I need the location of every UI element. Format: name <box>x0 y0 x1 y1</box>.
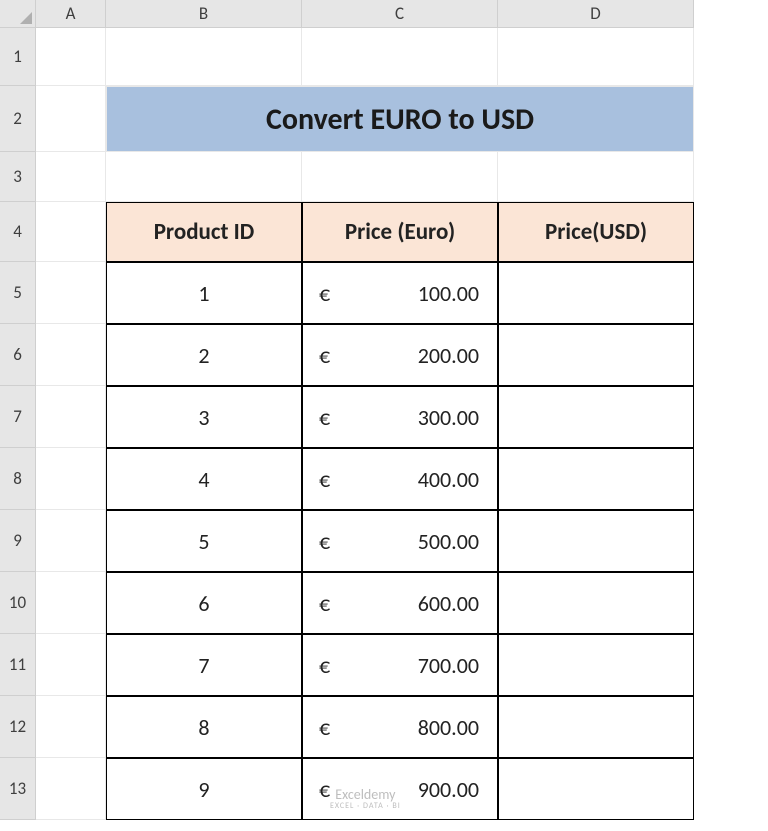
row-head-11[interactable]: 11 <box>0 634 36 696</box>
euro-value: 300.00 <box>418 404 479 431</box>
row-head-4[interactable]: 4 <box>0 202 36 262</box>
row-head-13[interactable]: 13 <box>0 758 36 820</box>
cell-c3[interactable] <box>302 152 498 202</box>
euro-symbol: € <box>319 280 330 307</box>
cell-a3[interactable] <box>36 152 106 202</box>
cell-price-euro[interactable]: € 800.00 <box>302 696 498 758</box>
cell-product-id[interactable]: 3 <box>106 386 302 448</box>
cell-price-euro[interactable]: € 300.00 <box>302 386 498 448</box>
cell-d1[interactable] <box>498 28 694 86</box>
col-head-a[interactable]: A <box>36 0 106 28</box>
cell-a5[interactable] <box>36 262 106 324</box>
cell-b1[interactable] <box>106 28 302 86</box>
cell-price-usd[interactable] <box>498 696 694 758</box>
cell-price-usd[interactable] <box>498 386 694 448</box>
select-all-corner[interactable] <box>0 0 36 28</box>
euro-value: 500.00 <box>418 528 479 555</box>
euro-symbol: € <box>319 590 330 617</box>
table-header-product-id[interactable]: Product ID <box>106 202 302 262</box>
cell-price-usd[interactable] <box>498 448 694 510</box>
euro-symbol: € <box>319 466 330 493</box>
cell-price-euro[interactable]: € 200.00 <box>302 324 498 386</box>
watermark-sub: EXCEL · DATA · BI <box>330 801 401 811</box>
cell-a10[interactable] <box>36 572 106 634</box>
cell-d3[interactable] <box>498 152 694 202</box>
row-head-2[interactable]: 2 <box>0 86 36 152</box>
row-head-9[interactable]: 9 <box>0 510 36 572</box>
euro-symbol: € <box>319 652 330 679</box>
row-head-7[interactable]: 7 <box>0 386 36 448</box>
cell-a13[interactable] <box>36 758 106 820</box>
cell-a1[interactable] <box>36 28 106 86</box>
cell-price-usd[interactable] <box>498 572 694 634</box>
euro-value: 200.00 <box>418 342 479 369</box>
watermark: Exceldemy EXCEL · DATA · BI <box>330 786 401 811</box>
col-head-b[interactable]: B <box>106 0 302 28</box>
spreadsheet-grid: A B C D 1 2 Convert EURO to USD 3 4 Prod… <box>0 0 768 820</box>
cell-price-euro[interactable]: € 100.00 <box>302 262 498 324</box>
row-head-5[interactable]: 5 <box>0 262 36 324</box>
cell-a9[interactable] <box>36 510 106 572</box>
col-head-c[interactable]: C <box>302 0 498 28</box>
title-text: Convert EURO to USD <box>266 101 534 138</box>
euro-symbol: € <box>319 776 330 803</box>
euro-value: 800.00 <box>418 714 479 741</box>
col-head-d[interactable]: D <box>498 0 694 28</box>
euro-value: 600.00 <box>418 590 479 617</box>
cell-price-usd[interactable] <box>498 262 694 324</box>
table-header-price-usd[interactable]: Price(USD) <box>498 202 694 262</box>
cell-a7[interactable] <box>36 386 106 448</box>
row-head-12[interactable]: 12 <box>0 696 36 758</box>
row-head-1[interactable]: 1 <box>0 28 36 86</box>
cell-price-euro[interactable]: € 500.00 <box>302 510 498 572</box>
cell-product-id[interactable]: 1 <box>106 262 302 324</box>
cell-a6[interactable] <box>36 324 106 386</box>
cell-price-usd[interactable] <box>498 758 694 820</box>
euro-symbol: € <box>319 342 330 369</box>
cell-price-euro[interactable]: € 400.00 <box>302 448 498 510</box>
euro-value: 700.00 <box>418 652 479 679</box>
euro-symbol: € <box>319 404 330 431</box>
cell-product-id[interactable]: 5 <box>106 510 302 572</box>
cell-c1[interactable] <box>302 28 498 86</box>
euro-value: 100.00 <box>418 280 479 307</box>
cell-product-id[interactable]: 9 <box>106 758 302 820</box>
cell-product-id[interactable]: 8 <box>106 696 302 758</box>
cell-a8[interactable] <box>36 448 106 510</box>
cell-a4[interactable] <box>36 202 106 262</box>
cell-b3[interactable] <box>106 152 302 202</box>
row-head-6[interactable]: 6 <box>0 324 36 386</box>
euro-symbol: € <box>319 714 330 741</box>
cell-price-usd[interactable] <box>498 510 694 572</box>
title-cell[interactable]: Convert EURO to USD <box>106 86 694 152</box>
cell-price-euro[interactable]: € 700.00 <box>302 634 498 696</box>
table-header-price-euro[interactable]: Price (Euro) <box>302 202 498 262</box>
cell-price-usd[interactable] <box>498 634 694 696</box>
cell-a12[interactable] <box>36 696 106 758</box>
cell-product-id[interactable]: 2 <box>106 324 302 386</box>
row-head-10[interactable]: 10 <box>0 572 36 634</box>
row-head-3[interactable]: 3 <box>0 152 36 202</box>
cell-a2[interactable] <box>36 86 106 152</box>
euro-value: 400.00 <box>418 466 479 493</box>
cell-product-id[interactable]: 6 <box>106 572 302 634</box>
cell-price-euro[interactable]: € 600.00 <box>302 572 498 634</box>
cell-price-usd[interactable] <box>498 324 694 386</box>
euro-symbol: € <box>319 528 330 555</box>
cell-product-id[interactable]: 4 <box>106 448 302 510</box>
cell-a11[interactable] <box>36 634 106 696</box>
cell-product-id[interactable]: 7 <box>106 634 302 696</box>
euro-value: 900.00 <box>418 776 479 803</box>
row-head-8[interactable]: 8 <box>0 448 36 510</box>
